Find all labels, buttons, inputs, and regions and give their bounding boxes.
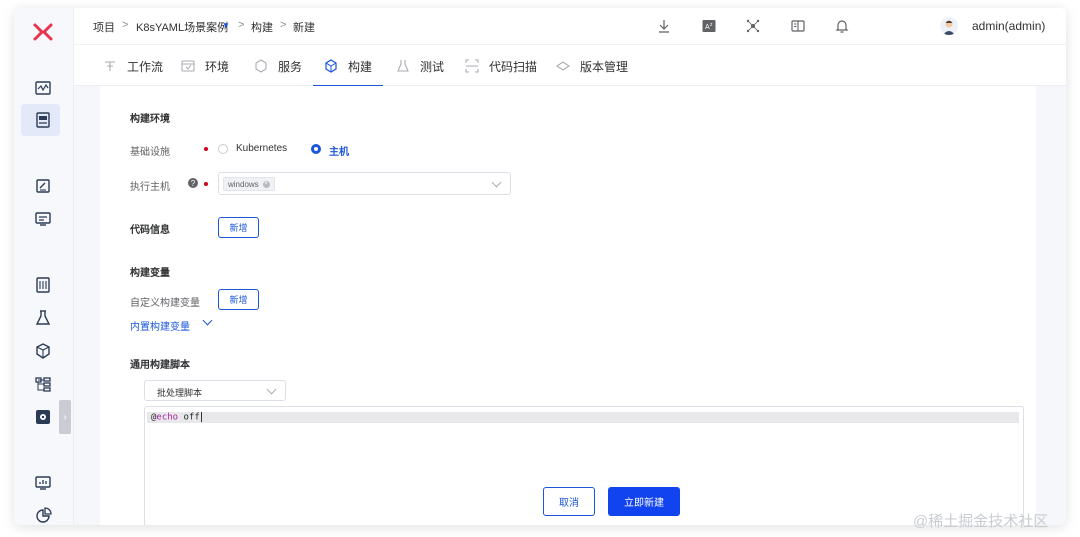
- tab-label: 服务: [278, 59, 303, 74]
- build-form: 构建环境 基础设施 Kubernetes 主机 执行主机 ? windows ×…: [100, 86, 1036, 525]
- tag-close-icon[interactable]: ×: [262, 180, 270, 188]
- radio-host[interactable]: [311, 144, 321, 154]
- breadcrumb-separator: >: [280, 19, 287, 31]
- required-marker: [204, 182, 208, 186]
- caret-down-icon[interactable]: ▼: [222, 21, 230, 30]
- tab-label: 构建: [348, 59, 373, 74]
- chevron-down-icon[interactable]: [202, 315, 213, 326]
- tree-icon[interactable]: [32, 373, 54, 395]
- text-cursor: [200, 412, 202, 422]
- service-icon: [254, 59, 268, 73]
- release-icon[interactable]: [32, 208, 54, 230]
- breadcrumb-current: 新建: [293, 22, 315, 34]
- infra-label: 基础设施: [130, 147, 170, 158]
- host-label: 执行主机: [130, 182, 170, 193]
- tab-test[interactable]: 测试: [396, 45, 444, 87]
- tab-label: 工作流: [127, 59, 164, 74]
- host-tag-label: windows: [228, 179, 259, 189]
- sidebar: ›: [14, 8, 74, 525]
- tab-label: 代码扫描: [489, 59, 538, 74]
- radio-kubernetes[interactable]: [218, 144, 228, 154]
- breadcrumb-separator: >: [122, 19, 129, 31]
- code-rest: off: [178, 412, 200, 423]
- download-icon[interactable]: [656, 18, 672, 34]
- pie-chart-icon[interactable]: [32, 505, 54, 525]
- registry-icon[interactable]: [32, 274, 54, 296]
- edit-list-icon[interactable]: [32, 175, 54, 197]
- sidebar-collapse-handle[interactable]: ›: [59, 400, 71, 434]
- build-icon: [324, 59, 338, 73]
- code-keyword: echo: [156, 412, 179, 423]
- add-variable-button[interactable]: 新增: [218, 289, 259, 310]
- environment-icon: [181, 59, 195, 73]
- logo-icon[interactable]: [31, 20, 55, 44]
- tab-label: 测试: [420, 59, 445, 74]
- radio-kubernetes-label[interactable]: Kubernetes: [236, 143, 287, 154]
- dashboard-icon[interactable]: [32, 77, 54, 99]
- section-title-build-env: 构建环境: [130, 114, 170, 125]
- version-icon: [556, 59, 570, 73]
- breadcrumb-separator: >: [238, 19, 245, 31]
- script-type-value: 批处理脚本: [157, 388, 203, 398]
- app-window: › 项目 > K8sYAML场景案例 ▼ > 构建 > 新建 Az admin(…: [14, 8, 1066, 525]
- user-name[interactable]: admin(admin): [972, 19, 1045, 33]
- tab-service[interactable]: 服务: [254, 45, 302, 87]
- help-icon[interactable]: ?: [188, 178, 198, 188]
- tab-label: 环境: [205, 59, 230, 74]
- host-tag: windows ×: [223, 177, 275, 191]
- book-icon[interactable]: [790, 18, 806, 34]
- module-tabs: 工作流 环境 服务 构建 测试 代码扫描 版本管理: [74, 44, 1066, 87]
- test-icon: [396, 59, 410, 73]
- breadcrumb-project[interactable]: K8sYAML场景案例: [136, 19, 228, 35]
- chevron-down-icon: [266, 384, 277, 395]
- code-line-1: @echo off: [147, 412, 1019, 423]
- cancel-button[interactable]: 取消: [543, 487, 595, 516]
- custom-vars-label: 自定义构建变量: [130, 298, 200, 309]
- host-select[interactable]: windows ×: [218, 172, 511, 195]
- bell-icon[interactable]: [834, 18, 850, 34]
- translate-icon[interactable]: Az: [701, 18, 717, 34]
- required-marker: [204, 147, 208, 151]
- tab-workflow[interactable]: 工作流: [103, 45, 163, 87]
- tab-environment[interactable]: 环境: [181, 45, 229, 87]
- monitor-icon[interactable]: [32, 472, 54, 494]
- flask-icon[interactable]: [32, 307, 54, 329]
- integration-icon[interactable]: [745, 18, 761, 34]
- builtin-vars-toggle[interactable]: 内置构建变量: [130, 318, 190, 333]
- section-title-code-info: 代码信息: [130, 225, 170, 236]
- add-code-button[interactable]: 新增: [218, 217, 259, 238]
- chevron-down-icon: [491, 177, 502, 188]
- radio-host-label[interactable]: 主机: [329, 143, 349, 158]
- breadcrumb-root[interactable]: 项目: [93, 19, 115, 35]
- package-icon[interactable]: [32, 340, 54, 362]
- breadcrumb-section[interactable]: 构建: [251, 19, 273, 35]
- avatar[interactable]: [940, 17, 958, 35]
- tab-label: 版本管理: [580, 59, 629, 74]
- tab-build[interactable]: 构建: [324, 45, 372, 87]
- settings-icon[interactable]: [32, 406, 54, 428]
- create-button[interactable]: 立即新建: [608, 487, 680, 516]
- top-header: 项目 > K8sYAML场景案例 ▼ > 构建 > 新建 Az admin(ad…: [74, 8, 1066, 44]
- section-title-build-vars: 构建变量: [130, 268, 170, 279]
- tab-code-scan[interactable]: 代码扫描: [465, 45, 537, 87]
- section-title-script: 通用构建脚本: [130, 360, 190, 371]
- workflow-icon: [103, 59, 117, 73]
- watermark: @稀土掘金技术社区: [913, 513, 1049, 530]
- scan-icon: [465, 59, 479, 73]
- project-icon[interactable]: [32, 109, 54, 131]
- tab-version[interactable]: 版本管理: [556, 45, 628, 87]
- script-type-select[interactable]: 批处理脚本: [144, 380, 286, 401]
